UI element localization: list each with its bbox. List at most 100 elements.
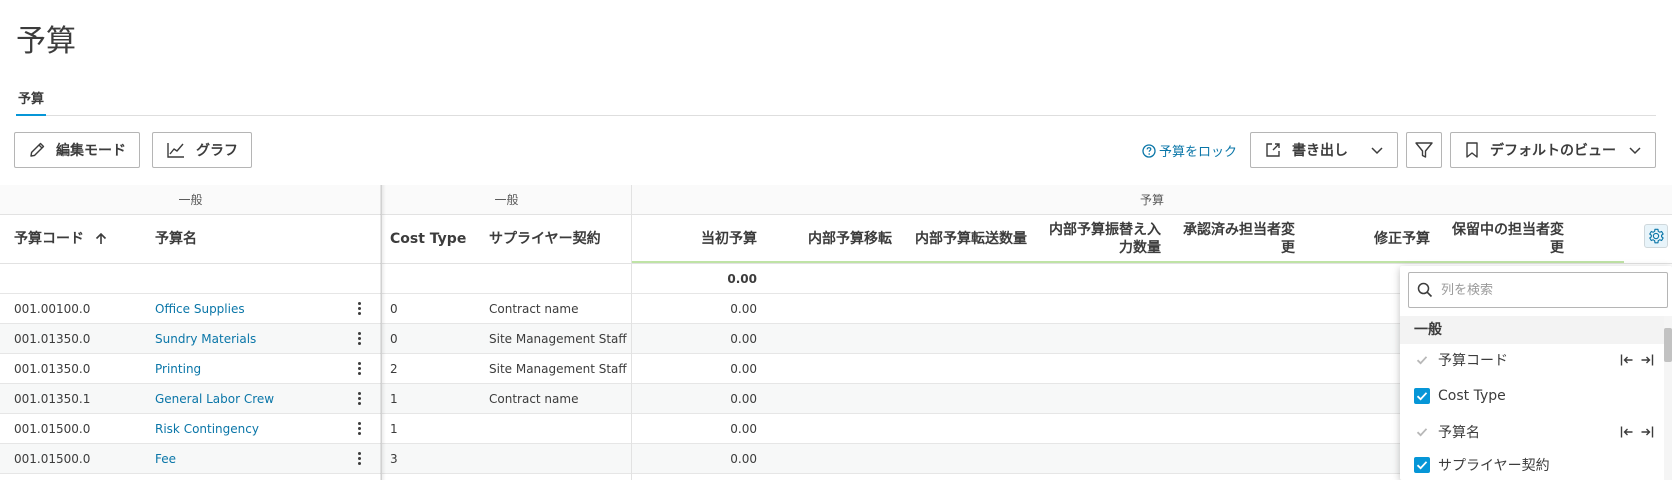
- cost-type-cell: 0: [390, 302, 398, 316]
- table-row[interactable]: 001.01350.0 Sundry Materials 0 Site Mana…: [0, 324, 1400, 354]
- row-menu-icon[interactable]: [356, 331, 362, 347]
- budget-code-cell: 001.00100.0: [14, 302, 91, 316]
- budget-code-cell: 001.01350.1: [14, 392, 91, 406]
- column-header-internal-transfer[interactable]: 内部予算移転: [770, 215, 892, 263]
- pin-left-icon[interactable]: [1620, 353, 1634, 367]
- checkbox-disabled-icon: [1414, 424, 1430, 440]
- table-row[interactable]: 001.01350.1 General Labor Crew 1 Contrac…: [0, 384, 1400, 414]
- column-header-internal-transfer-qty[interactable]: 内部予算転送数量: [900, 215, 1027, 263]
- column-header-pending-owner-change[interactable]: 保留中の担当者変更: [1440, 215, 1564, 263]
- budget-code-cell: 001.01350.0: [14, 332, 91, 346]
- column-header-revised-budget[interactable]: 修正予算: [1305, 215, 1430, 263]
- checkbox-disabled-icon: [1414, 352, 1430, 368]
- lock-budget-link[interactable]: 予算をロック: [1142, 141, 1237, 160]
- edit-mode-button[interactable]: 編集モード: [14, 132, 140, 168]
- tab-budget[interactable]: 予算: [16, 90, 47, 116]
- gear-icon: [1649, 228, 1664, 244]
- original-budget-cell: 0.00: [730, 362, 757, 376]
- supplier-contract-cell: Contract name: [489, 302, 579, 316]
- table-row[interactable]: 001.01350.0 Printing 2 Site Management S…: [0, 354, 1400, 384]
- budget-name-link[interactable]: Printing: [155, 354, 345, 384]
- column-header-approved-owner-change[interactable]: 承認済み担当者変更: [1170, 215, 1295, 263]
- total-original-budget: 0.00: [727, 272, 757, 286]
- tab-bar: 予算: [16, 90, 1656, 116]
- column-chooser-panel: 一般 予算コード Cost Type 予算名 サプライヤー契約: [1400, 266, 1672, 480]
- edit-mode-label: 編集モード: [56, 143, 126, 159]
- original-budget-cell: 0.00: [730, 422, 757, 436]
- cost-type-cell: 3: [390, 452, 398, 466]
- supplier-contract-cell: Site Management Staff: [489, 332, 627, 346]
- column-option-cost-type[interactable]: Cost Type: [1400, 380, 1664, 412]
- checkbox-checked-icon[interactable]: [1414, 388, 1430, 404]
- lock-budget-label: 予算をロック: [1159, 145, 1238, 160]
- default-view-button[interactable]: デフォルトのビュー: [1450, 132, 1656, 168]
- pin-right-icon[interactable]: [1640, 353, 1654, 367]
- export-button[interactable]: 書き出し: [1250, 132, 1398, 168]
- line-chart-icon: [167, 143, 184, 158]
- table-row[interactable]: 001.01500.0 Risk Contingency 1 0.00: [0, 414, 1400, 444]
- row-menu-icon[interactable]: [356, 421, 362, 437]
- sort-ascending-icon: [95, 232, 107, 244]
- group-header-general: 一般: [382, 185, 631, 215]
- row-menu-icon[interactable]: [356, 301, 362, 317]
- supplier-contract-cell: Contract name: [489, 392, 579, 406]
- checkbox-checked-icon[interactable]: [1414, 457, 1430, 473]
- column-option-budget-code[interactable]: 予算コード: [1400, 344, 1664, 376]
- row-menu-icon[interactable]: [356, 361, 362, 377]
- budget-name-link[interactable]: Sundry Materials: [155, 324, 345, 354]
- original-budget-cell: 0.00: [730, 332, 757, 346]
- bookmark-icon: [1466, 142, 1478, 158]
- page-title: 予算: [16, 24, 76, 59]
- filter-icon: [1415, 142, 1433, 158]
- budget-code-cell: 001.01500.0: [14, 452, 91, 466]
- column-header-cost-type[interactable]: Cost Type: [390, 215, 480, 263]
- column-search-box[interactable]: [1408, 272, 1668, 308]
- budget-name-link[interactable]: Risk Contingency: [155, 414, 345, 444]
- filter-button[interactable]: [1406, 132, 1442, 168]
- budget-name-link[interactable]: Fee: [155, 444, 345, 474]
- column-header-supplier-contract[interactable]: サプライヤー契約: [489, 215, 629, 263]
- table-row[interactable]: 001.00100.0 Office Supplies 0 Contract n…: [0, 294, 1400, 324]
- cost-type-cell: 2: [390, 362, 398, 376]
- column-header-internal-adjust-input-qty[interactable]: 内部予算振替え入 力数量: [1035, 215, 1161, 263]
- pinned-column-shadow: [380, 185, 386, 480]
- cost-type-cell: 1: [390, 422, 398, 436]
- original-budget-cell: 0.00: [730, 392, 757, 406]
- totals-row: 0.00: [0, 264, 1400, 294]
- share-icon: [1266, 143, 1280, 157]
- graph-button[interactable]: グラフ: [152, 132, 252, 168]
- column-header-budget-code[interactable]: 予算コード: [14, 215, 144, 263]
- pin-left-icon[interactable]: [1620, 425, 1634, 439]
- graph-label: グラフ: [196, 143, 238, 159]
- cost-type-cell: 1: [390, 392, 398, 406]
- column-search-input[interactable]: [1441, 282, 1641, 298]
- chevron-down-icon: [1629, 147, 1641, 155]
- budget-code-cell: 001.01350.0: [14, 362, 91, 376]
- column-group-label: 一般: [1400, 316, 1664, 344]
- group-header-pinned: 一般: [0, 185, 381, 215]
- group-divider: [631, 185, 632, 480]
- column-option-supplier-contract[interactable]: サプライヤー契約: [1400, 450, 1664, 480]
- help-circle-icon: [1142, 143, 1156, 158]
- column-header-original-budget[interactable]: 当初予算: [640, 215, 757, 263]
- budget-name-link[interactable]: General Labor Crew: [155, 384, 345, 414]
- pin-right-icon[interactable]: [1640, 425, 1654, 439]
- pencil-icon: [30, 142, 45, 157]
- original-budget-cell: 0.00: [730, 302, 757, 316]
- panel-scrollbar-thumb[interactable]: [1664, 328, 1672, 362]
- cost-type-cell: 0: [390, 332, 398, 346]
- supplier-contract-cell: Site Management Staff: [489, 362, 627, 376]
- column-header-budget-name[interactable]: 予算名: [155, 215, 335, 263]
- table-row[interactable]: 001.01500.0 Fee 3 0.00: [0, 444, 1400, 474]
- column-settings-button[interactable]: [1644, 224, 1668, 248]
- search-icon: [1417, 282, 1433, 298]
- column-option-budget-name[interactable]: 予算名: [1400, 416, 1664, 448]
- row-menu-icon[interactable]: [356, 451, 362, 467]
- chevron-down-icon: [1371, 147, 1383, 155]
- supplier-contract-cell: [489, 414, 629, 444]
- budget-name-link[interactable]: Office Supplies: [155, 294, 345, 324]
- row-menu-icon[interactable]: [356, 391, 362, 407]
- default-view-label: デフォルトのビュー: [1490, 143, 1616, 159]
- supplier-contract-cell: [489, 444, 629, 474]
- original-budget-cell: 0.00: [730, 452, 757, 466]
